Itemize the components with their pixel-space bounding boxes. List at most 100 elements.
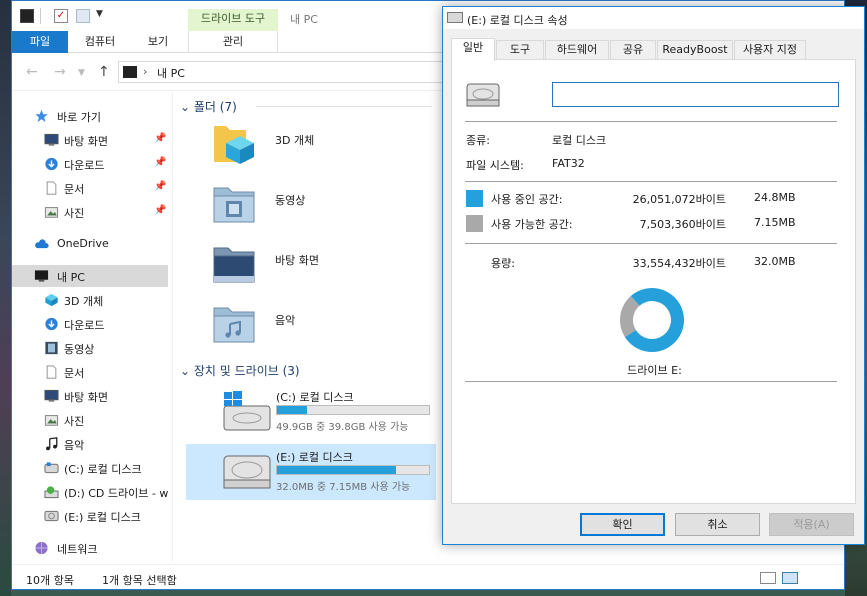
document-icon <box>46 181 57 195</box>
apply-button[interactable]: 적용(A) <box>769 513 854 536</box>
folder-label: 바탕 화면 <box>275 254 319 267</box>
details-view-icon[interactable] <box>760 572 776 584</box>
status-bar: 10개 항목 1개 항목 선택함 <box>12 564 844 590</box>
folder-label: 3D 개체 <box>275 134 315 147</box>
star-icon <box>35 109 48 123</box>
windows-drive-icon <box>223 391 271 431</box>
collapse-chevron-icon: ⌄ <box>180 100 194 114</box>
back-arrow-icon[interactable]: ← <box>26 64 38 80</box>
sidebar-item-label: 다운로드 <box>64 159 105 172</box>
dialog-tabs: 일반 도구 하드웨어 공유 ReadyBoost 사용자 지정 <box>451 38 856 61</box>
large-icons-view-icon[interactable] <box>782 572 798 584</box>
ok-button[interactable]: 확인 <box>580 513 665 536</box>
free-space-bytes: 7,503,360바이트 <box>639 218 726 231</box>
tab-manage[interactable]: 관리 <box>188 31 278 53</box>
folders-group-header[interactable]: ⌄ 폴더 (7) <box>180 98 237 115</box>
sidebar-item-label: 3D 개체 <box>64 295 104 308</box>
quick-access-divider <box>40 8 41 24</box>
used-space-label: 사용 중인 공간: <box>491 193 563 206</box>
drive-e-tile[interactable]: (E:) 로컬 디스크 32.0MB 중 7.15MB 사용 가능 <box>186 444 436 500</box>
sidebar-item-3d-objects[interactable]: 3D 개체 <box>12 289 168 311</box>
general-tab-panel: 종류: 로컬 디스크 파일 시스템: FAT32 사용 중인 공간: 26,05… <box>451 59 856 504</box>
sidebar-item-network[interactable]: 네트워크 <box>12 537 168 559</box>
pin-icon[interactable]: 📌 <box>154 157 166 168</box>
sidebar-item-videos[interactable]: 동영상 <box>12 337 168 359</box>
drive-letter-label: 드라이브 E: <box>627 364 682 377</box>
sidebar-item-documents[interactable]: 문서 <box>12 361 168 383</box>
folder-videos[interactable]: 동영상 <box>210 182 450 238</box>
this-pc-icon[interactable] <box>20 9 34 23</box>
folder-label: 음악 <box>275 314 296 327</box>
folder-music[interactable]: 음악 <box>210 302 450 358</box>
pin-icon[interactable]: 📌 <box>154 205 166 216</box>
sidebar-item-drive-c[interactable]: (C:) 로컬 디스크 <box>12 457 168 479</box>
drive-name: (E:) 로컬 디스크 <box>276 451 353 464</box>
dialog-titlebar[interactable]: (E:) 로컬 디스크 속성 <box>443 7 864 29</box>
download-icon <box>45 157 58 171</box>
devices-group-header[interactable]: ⌄ 장치 및 드라이브 (3) <box>180 362 300 379</box>
sidebar-item-label: 바로 가기 <box>57 111 101 124</box>
tab-view[interactable]: 보기 <box>130 31 186 53</box>
sidebar-item-qa-desktop[interactable]: 바탕 화면 📌 <box>12 129 168 151</box>
sidebar-item-qa-downloads[interactable]: 다운로드 📌 <box>12 153 168 175</box>
sidebar-item-downloads[interactable]: 다운로드 <box>12 313 168 335</box>
sidebar-item-label: (C:) 로컬 디스크 <box>64 463 142 476</box>
sidebar-item-quick-access[interactable]: 바로 가기 <box>12 105 168 127</box>
used-space-bytes: 26,051,072바이트 <box>632 193 726 206</box>
tab-computer[interactable]: 컴퓨터 <box>72 31 128 53</box>
drive-tools-context-tab: 드라이브 도구 <box>188 9 278 31</box>
tab-customize[interactable]: 사용자 지정 <box>734 40 806 60</box>
hard-drive-icon <box>223 455 271 489</box>
document-icon <box>46 365 57 379</box>
file-system-value: FAT32 <box>552 157 585 170</box>
group-title: 장치 및 드라이브 (3) <box>193 364 300 378</box>
sidebar-item-drive-e[interactable]: (E:) 로컬 디스크 <box>12 505 168 527</box>
donut-used-slice <box>624 288 684 352</box>
folder-3d-icon <box>214 126 254 164</box>
pictures-icon <box>44 415 59 426</box>
tab-tools[interactable]: 도구 <box>496 40 544 60</box>
drive-name-field[interactable] <box>552 82 839 107</box>
customize-toolbar-chevron-icon[interactable]: ▼ <box>96 9 110 23</box>
sidebar-item-music[interactable]: 음악 <box>12 433 168 455</box>
hard-drive-icon <box>44 510 59 522</box>
content-pane: ⌄ 폴더 (7) 3D 개체 동영상 바탕 화면 음악 ⌄ 장치 및 드라이브 … <box>174 92 436 562</box>
folder-3d-objects[interactable]: 3D 개체 <box>210 122 450 178</box>
sidebar-item-onedrive[interactable]: OneDrive <box>12 233 168 255</box>
tab-file[interactable]: 파일 <box>12 31 68 53</box>
navigation-pane: 바로 가기 바탕 화면 📌 다운로드 📌 문서 📌 사진 📌 OneDrive <box>12 92 170 562</box>
tab-hardware[interactable]: 하드웨어 <box>545 40 609 60</box>
music-note-icon <box>46 437 58 451</box>
sidebar-item-desktop[interactable]: 바탕 화면 <box>12 385 168 407</box>
up-arrow-icon[interactable]: ↑ <box>98 64 110 80</box>
sidebar-item-label: 내 PC <box>57 271 85 284</box>
sidebar-item-label: 문서 <box>64 367 85 380</box>
recent-locations-chevron-icon[interactable]: ▼ <box>78 68 85 78</box>
breadcrumb[interactable]: 내 PC <box>157 65 185 81</box>
address-bar[interactable]: › 내 PC <box>118 61 458 83</box>
new-folder-icon[interactable] <box>76 9 90 23</box>
sidebar-item-label: 문서 <box>64 183 85 196</box>
drive-c-tile[interactable]: (C:) 로컬 디스크 49.9GB 중 39.8GB 사용 가능 <box>186 384 436 440</box>
type-label: 종류: <box>466 134 490 147</box>
divider <box>465 121 837 122</box>
pin-icon[interactable]: 📌 <box>154 181 166 192</box>
sidebar-item-qa-pictures[interactable]: 사진 📌 <box>12 201 168 223</box>
tab-sharing[interactable]: 공유 <box>610 40 656 60</box>
folder-desktop[interactable]: 바탕 화면 <box>210 242 450 298</box>
properties-check-icon[interactable]: ✓ <box>54 9 68 23</box>
forward-arrow-icon[interactable]: → <box>54 64 66 80</box>
window-title: 내 PC <box>290 13 318 26</box>
sidebar-item-drive-d[interactable]: (D:) CD 드라이브 - w <box>12 481 168 503</box>
sidebar-item-this-pc[interactable]: 내 PC <box>12 265 168 287</box>
sidebar-item-pictures[interactable]: 사진 <box>12 409 168 431</box>
drive-usage-fill <box>277 466 396 474</box>
cancel-button[interactable]: 취소 <box>675 513 760 536</box>
tab-general[interactable]: 일반 <box>451 38 495 61</box>
sidebar-item-qa-documents[interactable]: 문서 📌 <box>12 177 168 199</box>
tab-readyboost[interactable]: ReadyBoost <box>657 40 733 60</box>
folder-music-icon <box>213 307 255 343</box>
pin-icon[interactable]: 📌 <box>154 133 166 144</box>
breadcrumb-chevron-icon[interactable]: › <box>143 65 147 78</box>
item-count: 10개 항목 <box>26 574 74 587</box>
